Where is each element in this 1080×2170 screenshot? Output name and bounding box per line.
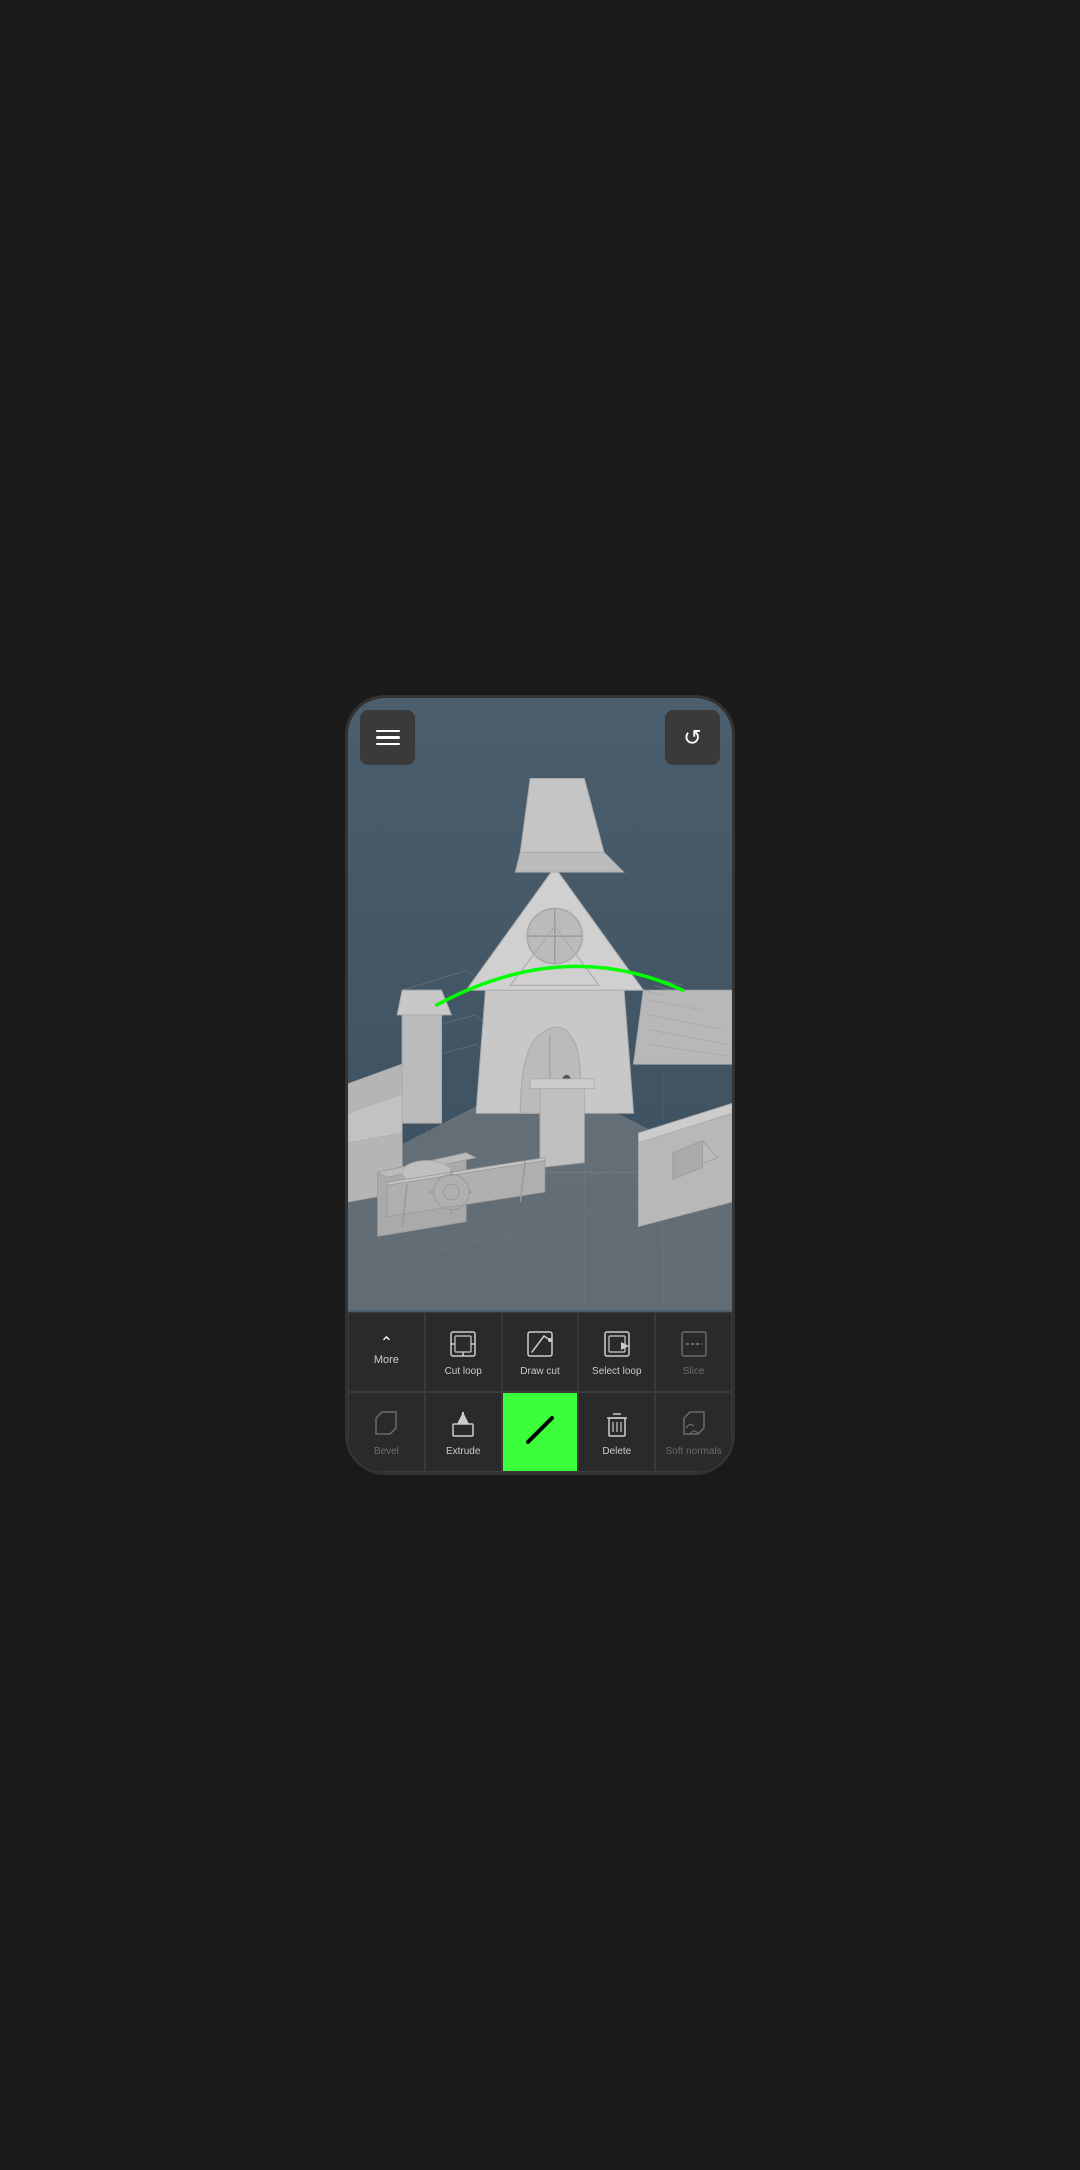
- cut-loop-icon: [445, 1326, 481, 1362]
- bevel-icon: [368, 1406, 404, 1442]
- undo-button[interactable]: ↺: [665, 710, 720, 765]
- slice-icon: [676, 1326, 712, 1362]
- draw-cut-button[interactable]: Draw cut: [502, 1312, 579, 1392]
- chevron-up-icon: ⌃: [380, 1336, 393, 1352]
- select-loop-icon: [599, 1326, 635, 1362]
- more-button[interactable]: ⌃ More: [348, 1312, 425, 1392]
- draw-cut-label: Draw cut: [520, 1366, 559, 1378]
- slice-label: Slice: [683, 1366, 705, 1378]
- delete-icon: [599, 1406, 635, 1442]
- extrude-icon: [445, 1406, 481, 1442]
- undo-icon: ↺: [683, 725, 701, 751]
- toolbar: ⌃ More Cut loop Draw cut: [348, 1312, 732, 1472]
- select-loop-button[interactable]: Select loop: [578, 1312, 655, 1392]
- soft-normals-label: Soft normals: [666, 1446, 722, 1458]
- slice-button[interactable]: Slice: [655, 1312, 732, 1392]
- bevel-button[interactable]: Bevel: [348, 1392, 425, 1472]
- extrude-button[interactable]: Extrude: [425, 1392, 502, 1472]
- menu-button[interactable]: [360, 710, 415, 765]
- soft-normals-icon: [676, 1406, 712, 1442]
- extrude-label: Extrude: [446, 1446, 480, 1458]
- select-loop-label: Select loop: [592, 1366, 641, 1378]
- active-draw-icon: [522, 1412, 558, 1448]
- cut-loop-label: Cut loop: [445, 1366, 482, 1378]
- more-label: More: [374, 1354, 399, 1367]
- draw-cut-icon: [522, 1326, 558, 1362]
- cut-loop-button[interactable]: Cut loop: [425, 1312, 502, 1392]
- hamburger-icon: [376, 730, 400, 746]
- soft-normals-button[interactable]: Soft normals: [655, 1392, 732, 1472]
- delete-button[interactable]: Delete: [578, 1392, 655, 1472]
- bevel-label: Bevel: [374, 1446, 399, 1458]
- delete-label: Delete: [602, 1446, 631, 1458]
- active-draw-button[interactable]: [502, 1392, 579, 1472]
- scene-svg: [348, 698, 732, 1312]
- viewport: ↺: [348, 698, 732, 1312]
- phone-frame: ↺ ⌃ More Cut loop: [345, 695, 735, 1475]
